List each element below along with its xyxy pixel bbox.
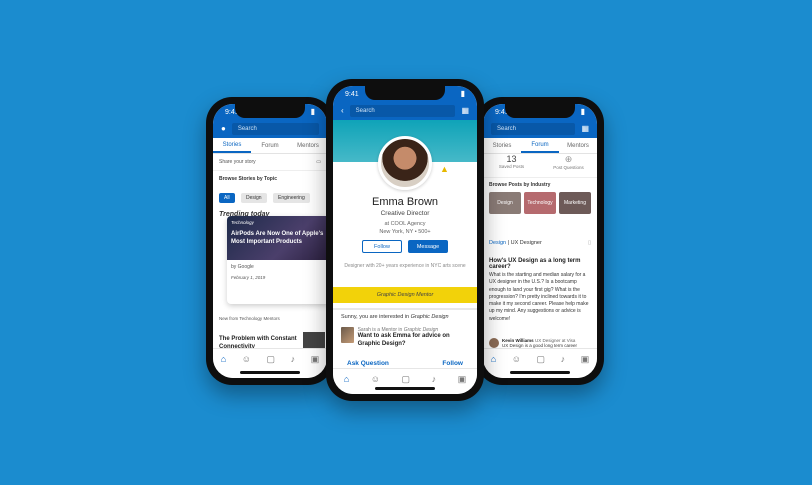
profile-role: Creative Director bbox=[380, 210, 430, 217]
people-icon[interactable]: ☺ bbox=[242, 354, 251, 364]
right-phone: 9:41 ▮ Search ▦ Stories Forum Mentors 13 … bbox=[476, 97, 604, 385]
story-date: February 1, 2019 bbox=[231, 275, 266, 280]
industry-design[interactable]: Design bbox=[489, 192, 521, 214]
briefcase-icon[interactable]: ▣ bbox=[311, 354, 320, 365]
tab-mentors[interactable]: Mentors bbox=[559, 138, 597, 153]
bell-icon[interactable]: ♪ bbox=[432, 374, 437, 384]
chat-icon[interactable]: ▢ bbox=[402, 374, 411, 385]
post-header: Design | UX Designer ▯ bbox=[489, 240, 591, 246]
briefcase-icon[interactable]: ▣ bbox=[581, 354, 590, 365]
question-actions: Ask Question Follow bbox=[347, 360, 463, 367]
notch bbox=[505, 104, 575, 118]
avatar[interactable]: ● bbox=[221, 125, 226, 133]
profile-location: New York, NY • 500+ bbox=[379, 229, 431, 235]
filter-engineering[interactable]: Engineering bbox=[273, 193, 310, 203]
filter-design[interactable]: Design bbox=[241, 193, 267, 203]
tabs: Stories Forum Mentors bbox=[483, 138, 597, 154]
mentor-suggestion[interactable]: Sarah is a Mentor in Graphic Design Want… bbox=[341, 327, 469, 349]
bottom-nav: ⌂ ☺ ▢ ♪ ▣ bbox=[333, 368, 477, 394]
industry-list: Design Technology Marketing bbox=[489, 192, 591, 214]
post-tag[interactable]: Design bbox=[489, 240, 506, 246]
chat-icon[interactable]: ▢ bbox=[267, 354, 276, 365]
bell-icon[interactable]: ♪ bbox=[561, 354, 566, 364]
search-input[interactable]: Search bbox=[491, 123, 576, 135]
divider bbox=[333, 308, 477, 310]
left-phone: 9:41 ▮ ● Search Stories Forum Mentors Sha… bbox=[206, 97, 334, 385]
tab-forum[interactable]: Forum bbox=[521, 138, 559, 153]
forum-stats: 13 Saved Posts ⊕ Post Questions bbox=[483, 154, 597, 178]
mentor-cap-icon: ▲ bbox=[440, 164, 449, 174]
back-icon[interactable]: ‹ bbox=[341, 107, 344, 115]
tabs: Stories Forum Mentors bbox=[213, 138, 327, 154]
post-role: UX Designer bbox=[510, 240, 542, 246]
plus-icon: ⊕ bbox=[564, 154, 573, 164]
browse-title: Browse Stories by Topic bbox=[219, 176, 277, 182]
profile-actions: Follow Message bbox=[333, 240, 477, 253]
bell-icon[interactable]: ♪ bbox=[291, 354, 296, 364]
home-icon[interactable]: ⌂ bbox=[344, 374, 349, 384]
battery-icon: ▮ bbox=[460, 89, 465, 98]
follow-button[interactable]: Follow bbox=[362, 240, 402, 253]
tab-stories[interactable]: Stories bbox=[483, 138, 521, 153]
bookmark-icon[interactable]: ▯ bbox=[588, 240, 591, 246]
tab-forum[interactable]: Forum bbox=[251, 138, 289, 153]
grid-icon[interactable]: ▦ bbox=[581, 125, 589, 133]
people-icon[interactable]: ☺ bbox=[512, 354, 521, 364]
post-questions[interactable]: ⊕ Post Questions bbox=[540, 154, 597, 177]
story-source: by Google bbox=[231, 264, 254, 270]
tab-mentors[interactable]: Mentors bbox=[289, 138, 327, 153]
post-title[interactable]: How's UX Design as a long term career? bbox=[489, 258, 591, 270]
top-bar: Search ▦ bbox=[483, 120, 597, 138]
notch bbox=[365, 86, 445, 100]
interest-text: Sunny, you are interested in Graphic Des… bbox=[341, 314, 449, 320]
message-button[interactable]: Message bbox=[408, 240, 448, 253]
industry-marketing[interactable]: Marketing bbox=[559, 192, 591, 214]
battery-icon: ▮ bbox=[580, 107, 585, 116]
center-screen: 9:41 ▮ ‹ Search ▦ ▲ Emma Brown Creative D… bbox=[333, 86, 477, 394]
profile-company: at COOL Agency bbox=[384, 221, 426, 227]
tab-stories[interactable]: Stories bbox=[213, 138, 251, 153]
video-icon[interactable]: ▭ bbox=[316, 159, 321, 165]
ask-question-button[interactable]: Ask Question bbox=[347, 360, 389, 367]
section-title: New from Technology Mentors bbox=[219, 316, 280, 321]
mentor-badge: Graphic Design Mentor bbox=[333, 287, 477, 303]
home-indicator bbox=[375, 387, 435, 390]
battery-icon: ▮ bbox=[310, 107, 315, 116]
post-body: What is the starting and median salary f… bbox=[489, 272, 589, 322]
center-phone: 9:41 ▮ ‹ Search ▦ ▲ Emma Brown Creative D… bbox=[326, 79, 484, 401]
share-story-prompt: Share your story bbox=[219, 159, 256, 165]
question-text: Want to ask Emma for advice on Graphic D… bbox=[357, 333, 450, 347]
avatar[interactable] bbox=[378, 136, 432, 190]
industry-technology[interactable]: Technology bbox=[524, 192, 556, 214]
search-input[interactable]: Search bbox=[349, 105, 456, 117]
left-screen: 9:41 ▮ ● Search Stories Forum Mentors Sha… bbox=[213, 104, 327, 378]
story-title: AirPods Are Now One of Apple's Most Impo… bbox=[231, 231, 324, 245]
profile-name: Emma Brown bbox=[371, 196, 439, 208]
mentor-thumbnail bbox=[341, 327, 354, 343]
top-bar: ● Search bbox=[213, 120, 327, 138]
search-input[interactable]: Search bbox=[231, 123, 319, 135]
home-indicator bbox=[240, 371, 300, 374]
browse-title: Browse Posts by Industry bbox=[489, 182, 551, 188]
share-row[interactable]: Share your story ▭ bbox=[213, 154, 327, 171]
home-indicator bbox=[510, 371, 570, 374]
top-bar: ‹ Search ▦ bbox=[333, 102, 477, 120]
experience-summary: Designer with 20+ years experience in NY… bbox=[344, 263, 466, 269]
saved-posts[interactable]: 13 Saved Posts bbox=[483, 154, 540, 177]
story-card[interactable]: Technology AirPods Are Now One of Apple'… bbox=[227, 216, 327, 304]
briefcase-icon[interactable]: ▣ bbox=[458, 374, 467, 385]
notch bbox=[235, 104, 305, 118]
story-tag: Technology bbox=[231, 220, 254, 225]
people-icon[interactable]: ☺ bbox=[371, 374, 380, 384]
chat-icon[interactable]: ▢ bbox=[537, 354, 546, 365]
home-icon[interactable]: ⌂ bbox=[491, 354, 496, 364]
filter-all[interactable]: All bbox=[219, 193, 235, 203]
avatar bbox=[489, 338, 499, 348]
right-screen: 9:41 ▮ Search ▦ Stories Forum Mentors 13 … bbox=[483, 104, 597, 378]
home-icon[interactable]: ⌂ bbox=[221, 354, 226, 364]
grid-icon[interactable]: ▦ bbox=[461, 107, 469, 115]
follow-action-button[interactable]: Follow bbox=[442, 360, 463, 367]
